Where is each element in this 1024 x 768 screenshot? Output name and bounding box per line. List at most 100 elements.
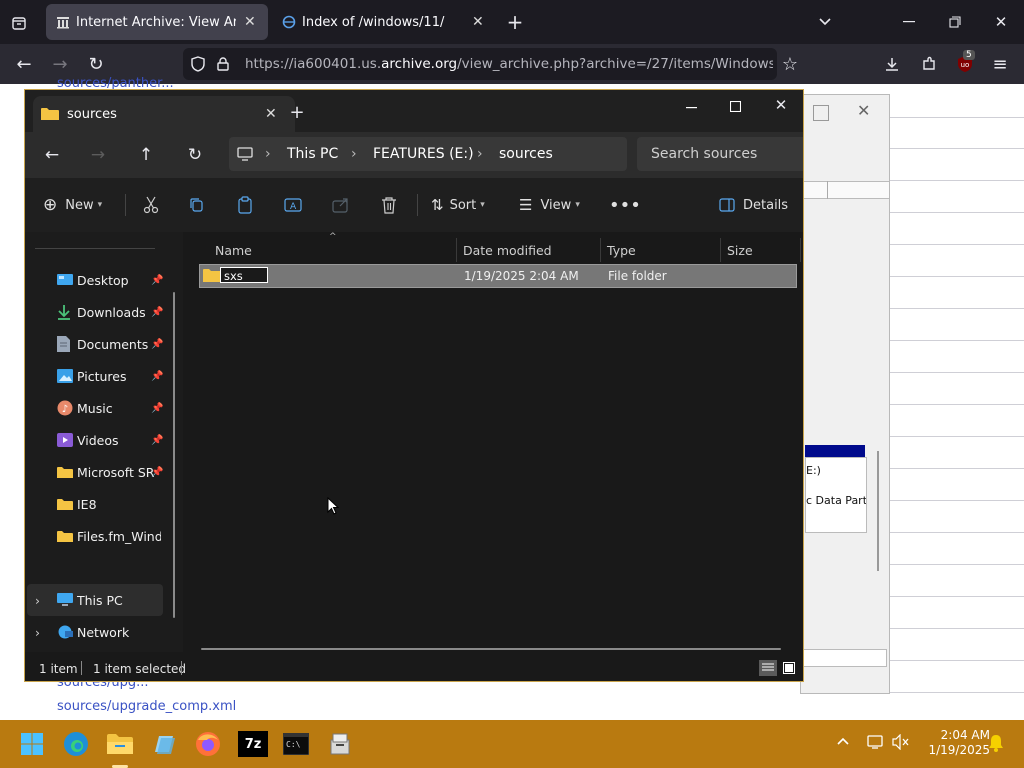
- forward-icon[interactable]: →: [48, 52, 72, 76]
- new-tab-icon[interactable]: +: [504, 10, 526, 34]
- table-row[interactable]: sxs 1/19/2025 2:04 AM File folder: [199, 264, 797, 288]
- nav-item-folder[interactable]: Files.fm_Window: [27, 520, 175, 552]
- details-button[interactable]: Details: [719, 178, 789, 232]
- nav-item-downloads[interactable]: Downloads 📌: [27, 296, 175, 328]
- notepad-icon[interactable]: [150, 730, 178, 758]
- downloads-icon[interactable]: [880, 52, 904, 76]
- column-header-name[interactable]: Name: [209, 238, 457, 262]
- horizontal-scrollbar[interactable]: [201, 648, 781, 650]
- chevron-right-icon[interactable]: ›: [35, 593, 57, 608]
- nav-item-music[interactable]: ♪ Music 📌: [27, 392, 175, 424]
- refresh-icon[interactable]: ↻: [184, 144, 206, 166]
- up-icon[interactable]: ↑: [135, 144, 157, 166]
- copy-icon[interactable]: [185, 178, 209, 232]
- column-header-type[interactable]: Type: [601, 238, 721, 262]
- ublock-icon[interactable]: uo 5: [953, 50, 977, 76]
- delete-icon[interactable]: [377, 178, 401, 232]
- nav-item-folder[interactable]: IE8: [27, 488, 175, 520]
- edge-icon[interactable]: [62, 730, 90, 758]
- chevron-right-icon[interactable]: ›: [351, 146, 373, 162]
- folder-icon: [57, 530, 77, 543]
- column-header-date[interactable]: Date modified: [457, 238, 601, 262]
- new-button[interactable]: ⊕ New ▾: [43, 178, 119, 232]
- search-input[interactable]: Search sources: [651, 146, 757, 162]
- nav-item-documents[interactable]: Documents 📌: [27, 328, 175, 360]
- sort-icon: ⇅: [431, 196, 444, 214]
- extensions-icon[interactable]: [917, 52, 941, 76]
- browser-tab-active[interactable]: Internet Archive: View Archive ✕: [46, 4, 268, 40]
- chevron-right-icon[interactable]: ›: [265, 146, 287, 162]
- firefox-icon[interactable]: [194, 730, 222, 758]
- pin-icon[interactable]: 📌: [151, 307, 163, 318]
- pin-icon[interactable]: 📌: [151, 403, 163, 414]
- nav-item-network[interactable]: › Network: [27, 616, 175, 648]
- search-box[interactable]: Search sources: [637, 137, 803, 171]
- notification-bell-icon[interactable]: [988, 734, 1004, 755]
- archive-link[interactable]: sources/upgrade_comp.xml: [57, 699, 236, 714]
- shield-icon[interactable]: [191, 56, 213, 72]
- chevron-down-icon[interactable]: [814, 11, 836, 33]
- file-explorer-icon[interactable]: [106, 730, 134, 758]
- archive-link[interactable]: sources/panther...: [57, 76, 174, 90]
- browser-tab[interactable]: Index of /windows/11/ ✕: [272, 4, 494, 40]
- breadcrumb-current[interactable]: sources: [499, 146, 553, 162]
- pin-icon[interactable]: 📌: [151, 435, 163, 446]
- back-icon[interactable]: ←: [12, 52, 36, 76]
- nav-item-videos[interactable]: Videos 📌: [27, 424, 175, 456]
- more-options-icon[interactable]: •••: [609, 178, 641, 232]
- pin-icon[interactable]: 📌: [151, 467, 163, 478]
- chevron-right-icon[interactable]: ›: [477, 146, 499, 162]
- close-tab-icon[interactable]: ✕: [265, 106, 277, 122]
- url-bar[interactable]: https://ia600401.us.archive.org/view_arc…: [183, 48, 777, 80]
- rename-input[interactable]: sxs: [220, 267, 268, 283]
- details-view-icon[interactable]: [759, 660, 777, 676]
- volume-muted-icon[interactable]: [892, 733, 910, 753]
- clock[interactable]: 2:04 AM 1/19/2025: [916, 728, 990, 758]
- nav-scrollbar[interactable]: [173, 292, 175, 618]
- nav-item-desktop[interactable]: Desktop 📌: [27, 264, 175, 296]
- cut-icon[interactable]: [139, 178, 163, 232]
- minimize-icon[interactable]: [898, 11, 920, 33]
- network-status-icon[interactable]: [866, 734, 884, 753]
- start-icon[interactable]: [18, 730, 46, 758]
- scrollbar[interactable]: [877, 451, 879, 571]
- reload-icon[interactable]: ↻: [84, 52, 108, 76]
- share-icon[interactable]: [329, 178, 353, 232]
- forward-icon[interactable]: →: [87, 144, 109, 166]
- chevron-up-icon[interactable]: [836, 734, 854, 752]
- lock-icon[interactable]: [217, 57, 239, 71]
- partition-block[interactable]: E:) c Data Part: [805, 457, 867, 533]
- nav-item-pictures[interactable]: Pictures 📌: [27, 360, 175, 392]
- pin-icon[interactable]: 📌: [151, 339, 163, 350]
- chevron-right-icon[interactable]: ›: [35, 625, 57, 640]
- view-button[interactable]: ☰ View ▾: [519, 178, 589, 232]
- installer-icon[interactable]: [326, 730, 354, 758]
- tiles-view-icon[interactable]: [781, 660, 797, 676]
- new-tab-icon[interactable]: +: [287, 102, 307, 123]
- pin-icon[interactable]: 📌: [151, 371, 163, 382]
- nav-item-folder[interactable]: Microsoft SR 📌: [27, 456, 175, 488]
- restore-icon[interactable]: [944, 11, 966, 33]
- menu-icon[interactable]: ≡: [988, 52, 1012, 76]
- breadcrumb[interactable]: › This PC › FEATURES (E:) › sources: [229, 137, 627, 171]
- rename-icon[interactable]: A: [281, 178, 305, 232]
- maximize-icon[interactable]: [725, 96, 745, 116]
- sort-button[interactable]: ⇅ Sort ▾: [431, 178, 497, 232]
- paste-icon[interactable]: [233, 178, 257, 232]
- breadcrumb-this-pc[interactable]: This PC: [287, 146, 351, 162]
- minimize-icon[interactable]: [681, 98, 701, 118]
- bookmark-star-icon[interactable]: ☆: [778, 52, 802, 76]
- terminal-icon[interactable]: C:\: [282, 730, 310, 758]
- breadcrumb-drive[interactable]: FEATURES (E:): [373, 146, 477, 162]
- close-tab-icon[interactable]: ✕: [472, 14, 484, 30]
- explorer-tab[interactable]: sources ✕: [33, 96, 295, 132]
- close-window-icon[interactable]: ✕: [990, 11, 1012, 33]
- nav-item-this-pc[interactable]: › This PC: [27, 584, 163, 616]
- tab-list-icon[interactable]: [8, 12, 30, 34]
- pin-icon[interactable]: 📌: [151, 275, 163, 286]
- close-window-icon[interactable]: ✕: [771, 95, 791, 115]
- back-icon[interactable]: ←: [41, 144, 63, 166]
- close-tab-icon[interactable]: ✕: [244, 14, 256, 30]
- column-header-size[interactable]: Size: [721, 238, 801, 262]
- 7zip-icon[interactable]: 7z: [238, 731, 268, 757]
